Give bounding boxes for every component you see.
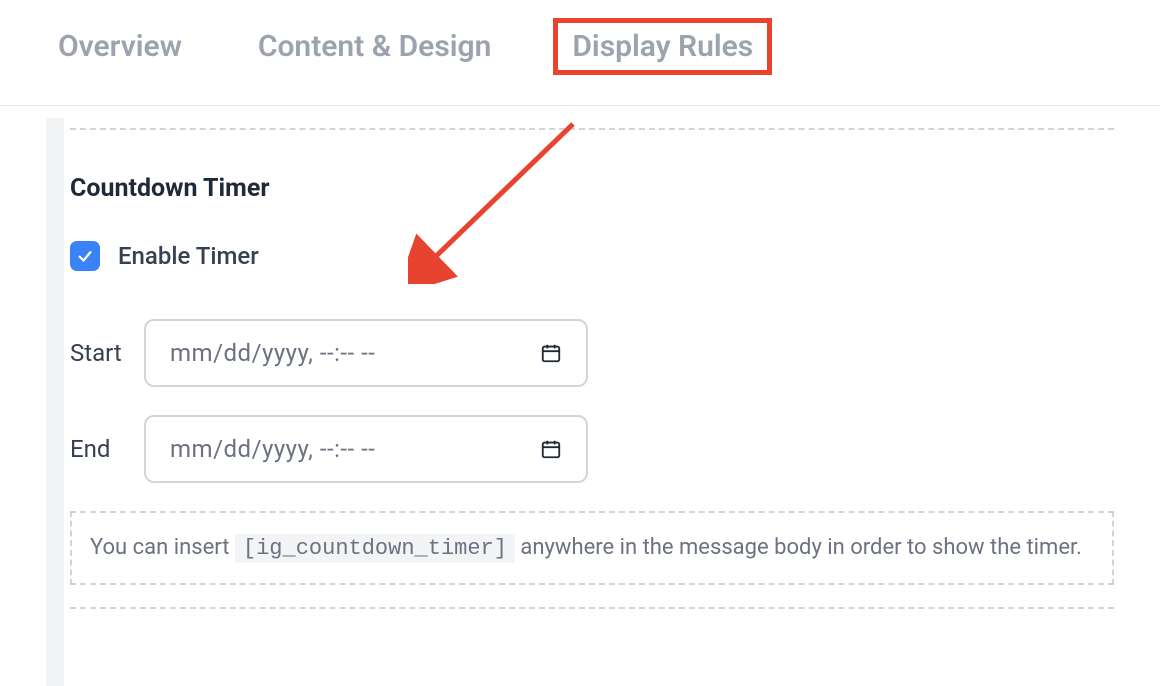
end-label: End	[70, 435, 126, 463]
section-divider-bottom	[70, 607, 1114, 609]
timer-hint: You can insert [ig_countdown_timer] anyw…	[70, 511, 1114, 585]
check-icon	[76, 247, 94, 265]
end-datetime-placeholder: mm/dd/yyyy, --:-- --	[170, 435, 375, 463]
start-datetime-input[interactable]: mm/dd/yyyy, --:-- --	[144, 319, 588, 387]
end-field-row: End mm/dd/yyyy, --:-- --	[70, 415, 1114, 483]
side-gutter	[46, 118, 64, 686]
enable-timer-label: Enable Timer	[118, 242, 259, 270]
calendar-icon	[540, 438, 562, 460]
hint-code: [ig_countdown_timer]	[235, 534, 515, 563]
section-title: Countdown Timer	[70, 174, 1114, 203]
tab-bar: Overview Content & Design Display Rules	[0, 0, 1160, 106]
section-divider-top	[70, 128, 1114, 130]
start-label: Start	[70, 339, 126, 367]
enable-timer-row: Enable Timer	[70, 241, 1114, 271]
tab-content-design[interactable]: Content & Design	[244, 23, 506, 70]
start-datetime-placeholder: mm/dd/yyyy, --:-- --	[170, 339, 375, 367]
display-rules-panel: Countdown Timer Enable Timer Start mm/dd…	[70, 106, 1114, 609]
start-field-row: Start mm/dd/yyyy, --:-- --	[70, 319, 1114, 387]
tab-overview[interactable]: Overview	[44, 23, 196, 70]
calendar-icon	[540, 342, 562, 364]
hint-text-pre: You can insert	[90, 535, 235, 560]
enable-timer-checkbox[interactable]	[70, 241, 100, 271]
end-datetime-input[interactable]: mm/dd/yyyy, --:-- --	[144, 415, 588, 483]
tab-display-rules[interactable]: Display Rules	[553, 18, 772, 75]
hint-text-post: anywhere in the message body in order to…	[515, 535, 1082, 560]
